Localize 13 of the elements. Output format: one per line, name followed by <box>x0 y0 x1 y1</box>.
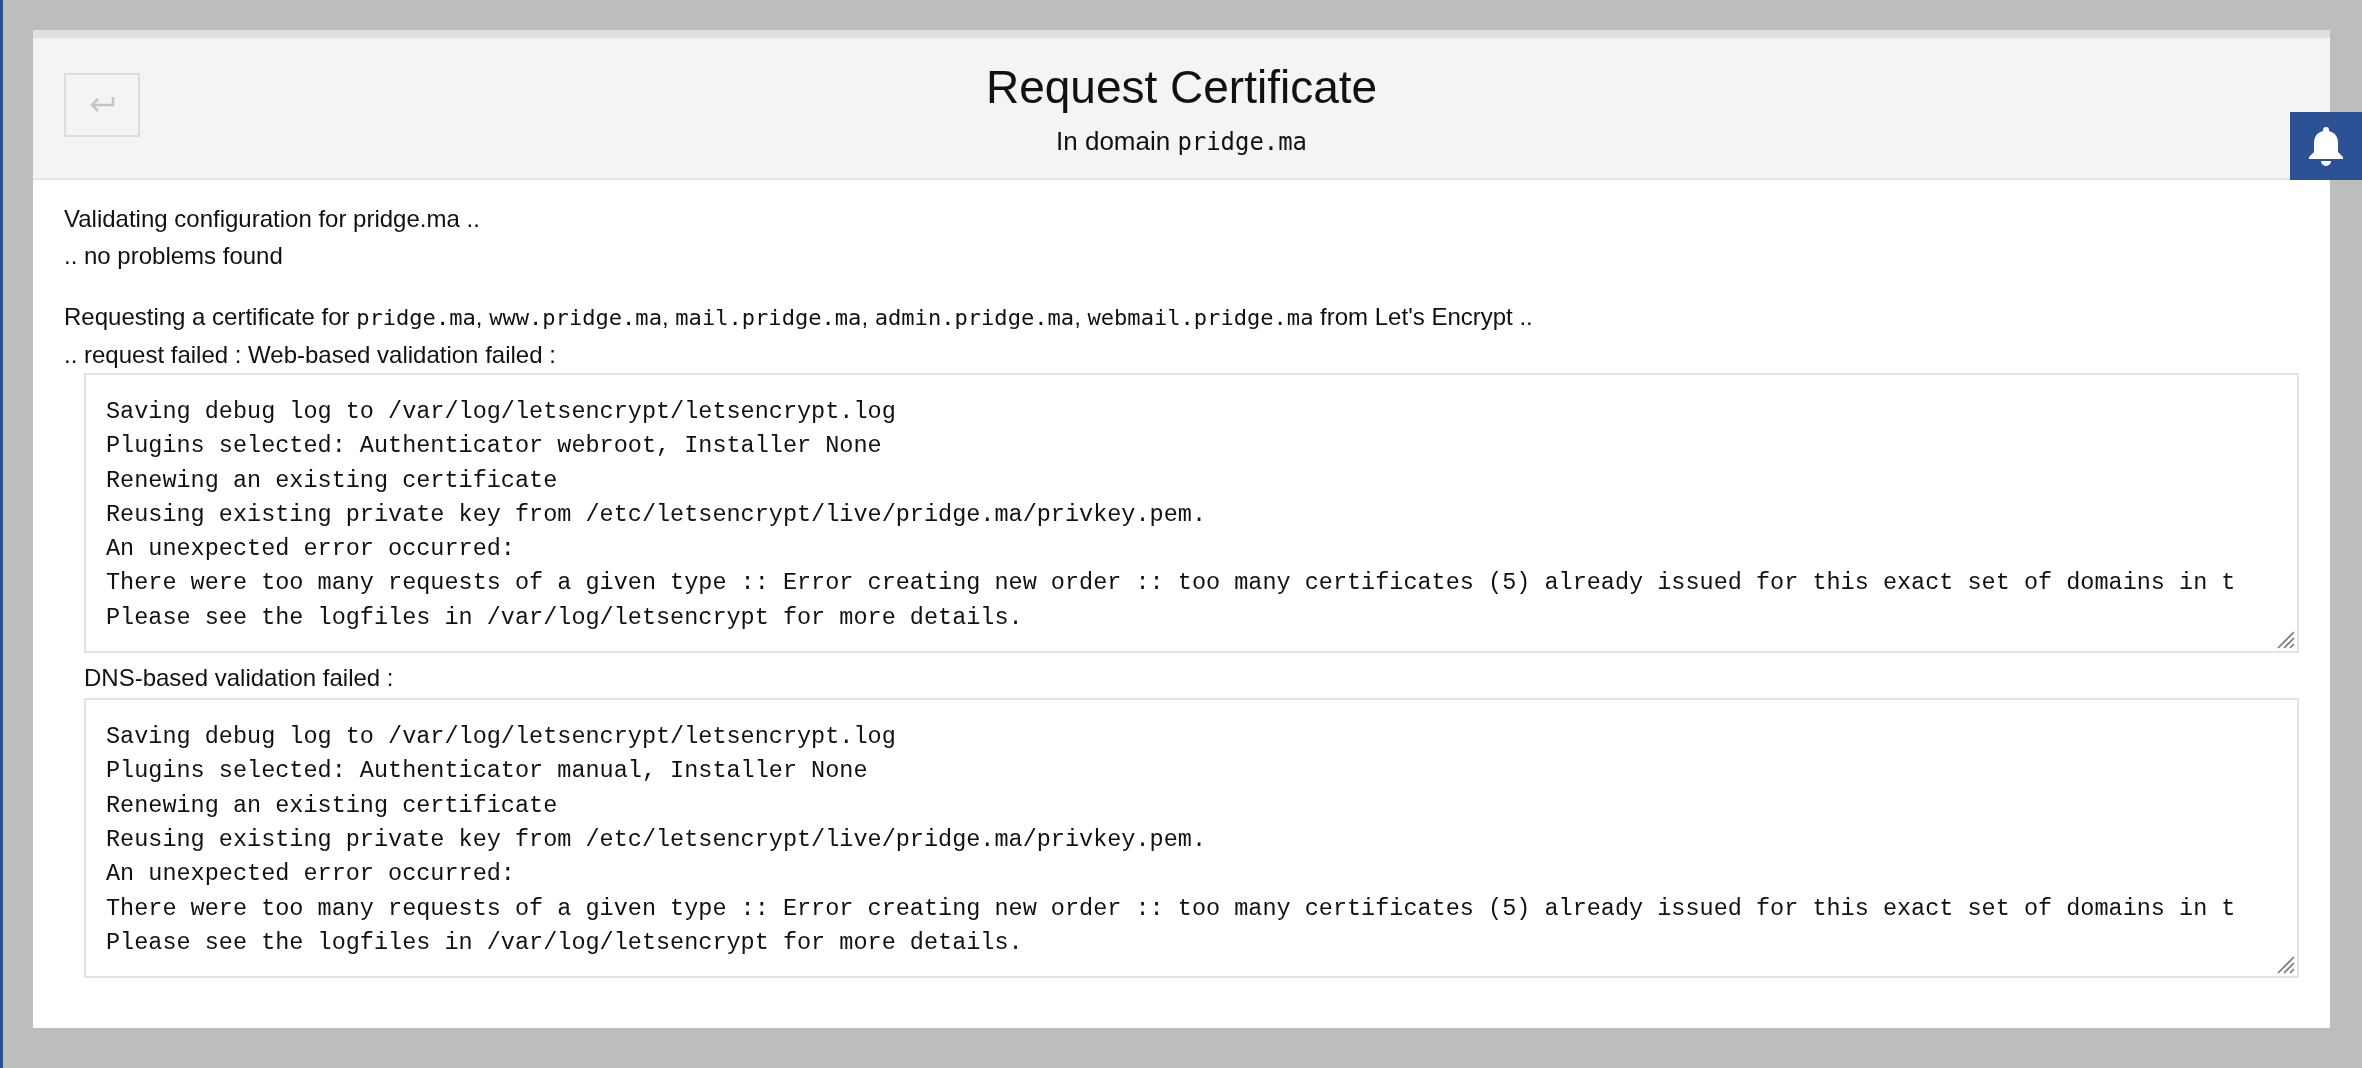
page-title: Request Certificate <box>985 59 1378 114</box>
section-label: DNS-based validation failed : <box>84 663 395 694</box>
log-output-field[interactable]: Saving debug log to /var/log/letsencrypt/letsencrypt.log Plugins selected: Authenticator webroot, Installer None Renewing an existing certificate Reusing existing private key from /etc/letsencrypt/live/pridge.ma/privkey.pem. An unexpected error occurred: There were too many requests of a given type :: Error creating new order :: too many certificates (5) already issued for this exact set of domains in t Please see the logfiles in /var/log/letsencrypt for more details. <box>84 373 2299 654</box>
resize-grip-icon[interactable] <box>2275 629 2295 650</box>
page-subtitle: In domain pridge.ma <box>1056 125 1307 157</box>
resize-grip-icon[interactable] <box>2275 954 2295 975</box>
status-message: Validating configuration for pridge.ma .. <box>64 204 481 234</box>
bell-icon <box>2307 125 2345 167</box>
status-message: .. no problems found <box>64 241 284 271</box>
notification-bell-button[interactable] <box>2290 112 2362 180</box>
log-output-field[interactable]: Saving debug log to /var/log/letsencrypt/letsencrypt.log Plugins selected: Authenticator manual, Installer None Renewing an existing certificate Reusing existing private key from /etc/letsencrypt/live/pridge.ma/privkey.pem. An unexpected error occurred: There were too many requests of a given type :: Error creating new order :: too many certificates (5) already issued for this exact set of domains in t Please see the logfiles in /var/log/letsencrypt for more details. <box>84 698 2299 979</box>
status-message: .. request failed : Web-based validation failed : <box>64 340 557 370</box>
status-message: Requesting a certificate for pridge.ma, www.pridge.ma, mail.pridge.ma, admin.pridge.ma, webmail.pridge.ma from Let's Encrypt .. <box>64 302 1534 332</box>
